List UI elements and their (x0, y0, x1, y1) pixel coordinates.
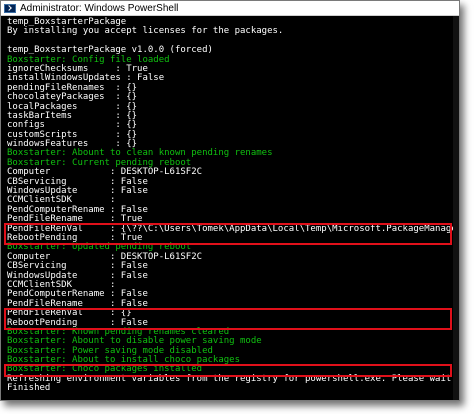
powershell-window: Administrator: Windows PowerShell temp_B… (0, 0, 460, 401)
console-line: Refreshing environment variables from th… (7, 373, 460, 384)
console-line: By installing you accept licenses for th… (7, 26, 284, 37)
console-line: Finished (7, 383, 51, 394)
window-title: Administrator: Windows PowerShell (20, 2, 179, 14)
scrollbar[interactable] (453, 16, 459, 400)
powershell-icon (4, 3, 16, 13)
console-output[interactable]: temp_BoxstarterPackage By installing you … (1, 16, 459, 394)
title-bar[interactable]: Administrator: Windows PowerShell (1, 1, 459, 16)
